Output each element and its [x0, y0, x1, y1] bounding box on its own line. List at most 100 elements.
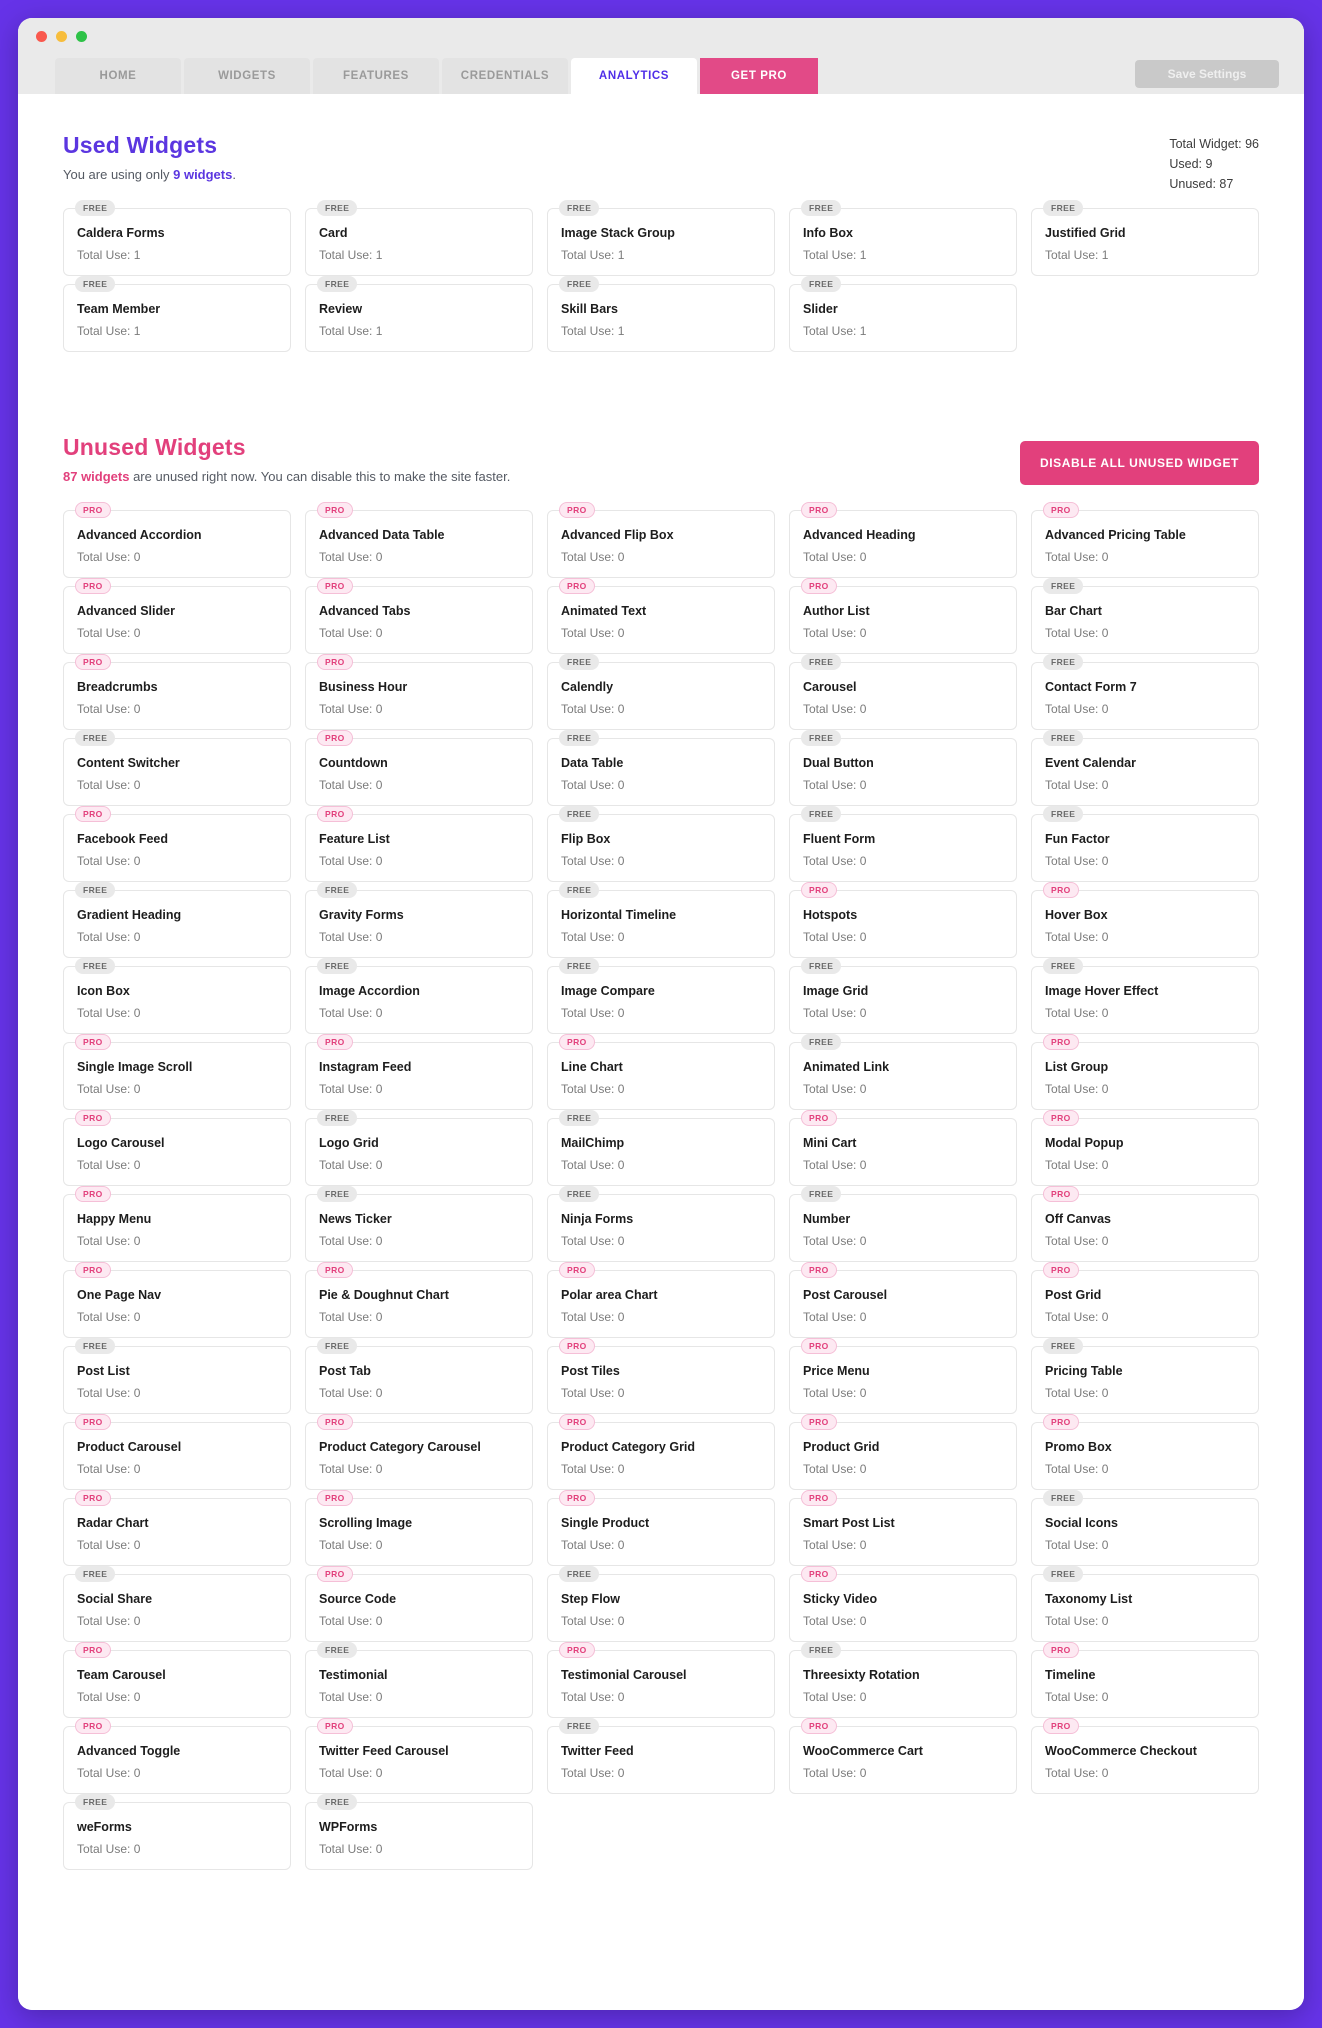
widget-card[interactable]: PRO Advanced Tabs Total Use: 0 [305, 578, 533, 654]
widget-card[interactable]: FREE Image Hover Effect Total Use: 0 [1031, 958, 1259, 1034]
widget-card[interactable]: FREE Dual Button Total Use: 0 [789, 730, 1017, 806]
widget-card[interactable]: PRO Modal Popup Total Use: 0 [1031, 1110, 1259, 1186]
widget-card[interactable]: PRO Countdown Total Use: 0 [305, 730, 533, 806]
widget-card[interactable]: PRO Product Category Grid Total Use: 0 [547, 1414, 775, 1490]
widget-card[interactable]: FREE Icon Box Total Use: 0 [63, 958, 291, 1034]
widget-card[interactable]: PRO Advanced Toggle Total Use: 0 [63, 1718, 291, 1794]
widget-card[interactable]: PRO Advanced Flip Box Total Use: 0 [547, 502, 775, 578]
widget-card[interactable]: FREE Fluent Form Total Use: 0 [789, 806, 1017, 882]
widget-card[interactable]: PRO Hover Box Total Use: 0 [1031, 882, 1259, 958]
widget-card[interactable]: FREE Threesixty Rotation Total Use: 0 [789, 1642, 1017, 1718]
widget-card[interactable]: FREE Fun Factor Total Use: 0 [1031, 806, 1259, 882]
widget-card[interactable]: PRO Off Canvas Total Use: 0 [1031, 1186, 1259, 1262]
widget-card[interactable]: PRO Single Image Scroll Total Use: 0 [63, 1034, 291, 1110]
widget-card[interactable]: FREE Taxonomy List Total Use: 0 [1031, 1566, 1259, 1642]
widget-card[interactable]: PRO Single Product Total Use: 0 [547, 1490, 775, 1566]
minimize-window-icon[interactable] [56, 31, 67, 42]
save-settings-button[interactable]: Save Settings [1135, 60, 1279, 88]
widget-card[interactable]: PRO Product Grid Total Use: 0 [789, 1414, 1017, 1490]
widget-card[interactable]: PRO Smart Post List Total Use: 0 [789, 1490, 1017, 1566]
widget-card[interactable]: FREE MailChimp Total Use: 0 [547, 1110, 775, 1186]
widget-card[interactable]: FREE Gradient Heading Total Use: 0 [63, 882, 291, 958]
widget-card[interactable]: PRO Product Carousel Total Use: 0 [63, 1414, 291, 1490]
widget-card[interactable]: PRO Pie & Doughnut Chart Total Use: 0 [305, 1262, 533, 1338]
widget-card[interactable]: PRO Testimonial Carousel Total Use: 0 [547, 1642, 775, 1718]
widget-card[interactable]: PRO Happy Menu Total Use: 0 [63, 1186, 291, 1262]
widget-card[interactable]: FREE Justified Grid Total Use: 1 [1031, 200, 1259, 276]
tab-get-pro[interactable]: GET PRO [700, 58, 818, 94]
widget-card[interactable]: FREE Animated Link Total Use: 0 [789, 1034, 1017, 1110]
widget-card[interactable]: PRO Business Hour Total Use: 0 [305, 654, 533, 730]
widget-card[interactable]: PRO List Group Total Use: 0 [1031, 1034, 1259, 1110]
widget-card[interactable]: FREE Image Accordion Total Use: 0 [305, 958, 533, 1034]
widget-card[interactable]: FREE Event Calendar Total Use: 0 [1031, 730, 1259, 806]
widget-card[interactable]: PRO Feature List Total Use: 0 [305, 806, 533, 882]
widget-card[interactable]: FREE weForms Total Use: 0 [63, 1794, 291, 1870]
widget-card[interactable]: FREE Bar Chart Total Use: 0 [1031, 578, 1259, 654]
widget-card[interactable]: PRO Facebook Feed Total Use: 0 [63, 806, 291, 882]
widget-card[interactable]: FREE Logo Grid Total Use: 0 [305, 1110, 533, 1186]
widget-card[interactable]: PRO Promo Box Total Use: 0 [1031, 1414, 1259, 1490]
widget-card[interactable]: FREE Gravity Forms Total Use: 0 [305, 882, 533, 958]
widget-card[interactable]: FREE Image Grid Total Use: 0 [789, 958, 1017, 1034]
widget-card[interactable]: PRO Twitter Feed Carousel Total Use: 0 [305, 1718, 533, 1794]
widget-card[interactable]: PRO One Page Nav Total Use: 0 [63, 1262, 291, 1338]
widget-card[interactable]: FREE Team Member Total Use: 1 [63, 276, 291, 352]
widget-card[interactable]: FREE Card Total Use: 1 [305, 200, 533, 276]
widget-card[interactable]: PRO WooCommerce Checkout Total Use: 0 [1031, 1718, 1259, 1794]
widget-card[interactable]: PRO Price Menu Total Use: 0 [789, 1338, 1017, 1414]
tab-home[interactable]: HOME [55, 58, 181, 94]
widget-card[interactable]: PRO Polar area Chart Total Use: 0 [547, 1262, 775, 1338]
widget-card[interactable]: FREE Social Share Total Use: 0 [63, 1566, 291, 1642]
widget-card[interactable]: FREE Horizontal Timeline Total Use: 0 [547, 882, 775, 958]
widget-card[interactable]: PRO Mini Cart Total Use: 0 [789, 1110, 1017, 1186]
widget-card[interactable]: FREE Info Box Total Use: 1 [789, 200, 1017, 276]
widget-card[interactable]: PRO Advanced Heading Total Use: 0 [789, 502, 1017, 578]
widget-card[interactable]: PRO Line Chart Total Use: 0 [547, 1034, 775, 1110]
widget-card[interactable]: FREE Skill Bars Total Use: 1 [547, 276, 775, 352]
widget-card[interactable]: PRO Instagram Feed Total Use: 0 [305, 1034, 533, 1110]
widget-card[interactable]: FREE News Ticker Total Use: 0 [305, 1186, 533, 1262]
widget-card[interactable]: FREE Testimonial Total Use: 0 [305, 1642, 533, 1718]
widget-card[interactable]: FREE Caldera Forms Total Use: 1 [63, 200, 291, 276]
tab-widgets[interactable]: WIDGETS [184, 58, 310, 94]
tab-analytics[interactable]: ANALYTICS [571, 58, 697, 94]
widget-card[interactable]: FREE Contact Form 7 Total Use: 0 [1031, 654, 1259, 730]
widget-card[interactable]: PRO Author List Total Use: 0 [789, 578, 1017, 654]
widget-card[interactable]: FREE Data Table Total Use: 0 [547, 730, 775, 806]
widget-card[interactable]: PRO Post Carousel Total Use: 0 [789, 1262, 1017, 1338]
widget-card[interactable]: FREE Slider Total Use: 1 [789, 276, 1017, 352]
widget-card[interactable]: PRO Hotspots Total Use: 0 [789, 882, 1017, 958]
widget-card[interactable]: PRO Advanced Accordion Total Use: 0 [63, 502, 291, 578]
widget-card[interactable]: PRO Team Carousel Total Use: 0 [63, 1642, 291, 1718]
widget-card[interactable]: PRO Animated Text Total Use: 0 [547, 578, 775, 654]
widget-card[interactable]: FREE Image Stack Group Total Use: 1 [547, 200, 775, 276]
widget-card[interactable]: FREE WPForms Total Use: 0 [305, 1794, 533, 1870]
tab-credentials[interactable]: CREDENTIALS [442, 58, 568, 94]
widget-card[interactable]: FREE Image Compare Total Use: 0 [547, 958, 775, 1034]
widget-card[interactable]: FREE Social Icons Total Use: 0 [1031, 1490, 1259, 1566]
widget-card[interactable]: PRO WooCommerce Cart Total Use: 0 [789, 1718, 1017, 1794]
widget-card[interactable]: FREE Number Total Use: 0 [789, 1186, 1017, 1262]
widget-card[interactable]: FREE Carousel Total Use: 0 [789, 654, 1017, 730]
widget-card[interactable]: PRO Post Tiles Total Use: 0 [547, 1338, 775, 1414]
widget-card[interactable]: FREE Pricing Table Total Use: 0 [1031, 1338, 1259, 1414]
widget-card[interactable]: PRO Advanced Data Table Total Use: 0 [305, 502, 533, 578]
widget-card[interactable]: PRO Logo Carousel Total Use: 0 [63, 1110, 291, 1186]
widget-card[interactable]: PRO Breadcrumbs Total Use: 0 [63, 654, 291, 730]
widget-card[interactable]: PRO Scrolling Image Total Use: 0 [305, 1490, 533, 1566]
widget-card[interactable]: PRO Sticky Video Total Use: 0 [789, 1566, 1017, 1642]
widget-card[interactable]: PRO Advanced Pricing Table Total Use: 0 [1031, 502, 1259, 578]
widget-card[interactable]: FREE Step Flow Total Use: 0 [547, 1566, 775, 1642]
widget-card[interactable]: PRO Source Code Total Use: 0 [305, 1566, 533, 1642]
widget-card[interactable]: FREE Review Total Use: 1 [305, 276, 533, 352]
close-window-icon[interactable] [36, 31, 47, 42]
widget-card[interactable]: PRO Post Grid Total Use: 0 [1031, 1262, 1259, 1338]
widget-card[interactable]: PRO Timeline Total Use: 0 [1031, 1642, 1259, 1718]
widget-card[interactable]: FREE Ninja Forms Total Use: 0 [547, 1186, 775, 1262]
widget-card[interactable]: FREE Post Tab Total Use: 0 [305, 1338, 533, 1414]
disable-all-unused-widget-button[interactable]: DISABLE ALL UNUSED WIDGET [1019, 441, 1259, 485]
tab-features[interactable]: FEATURES [313, 58, 439, 94]
widget-card[interactable]: FREE Twitter Feed Total Use: 0 [547, 1718, 775, 1794]
widget-card[interactable]: FREE Calendly Total Use: 0 [547, 654, 775, 730]
